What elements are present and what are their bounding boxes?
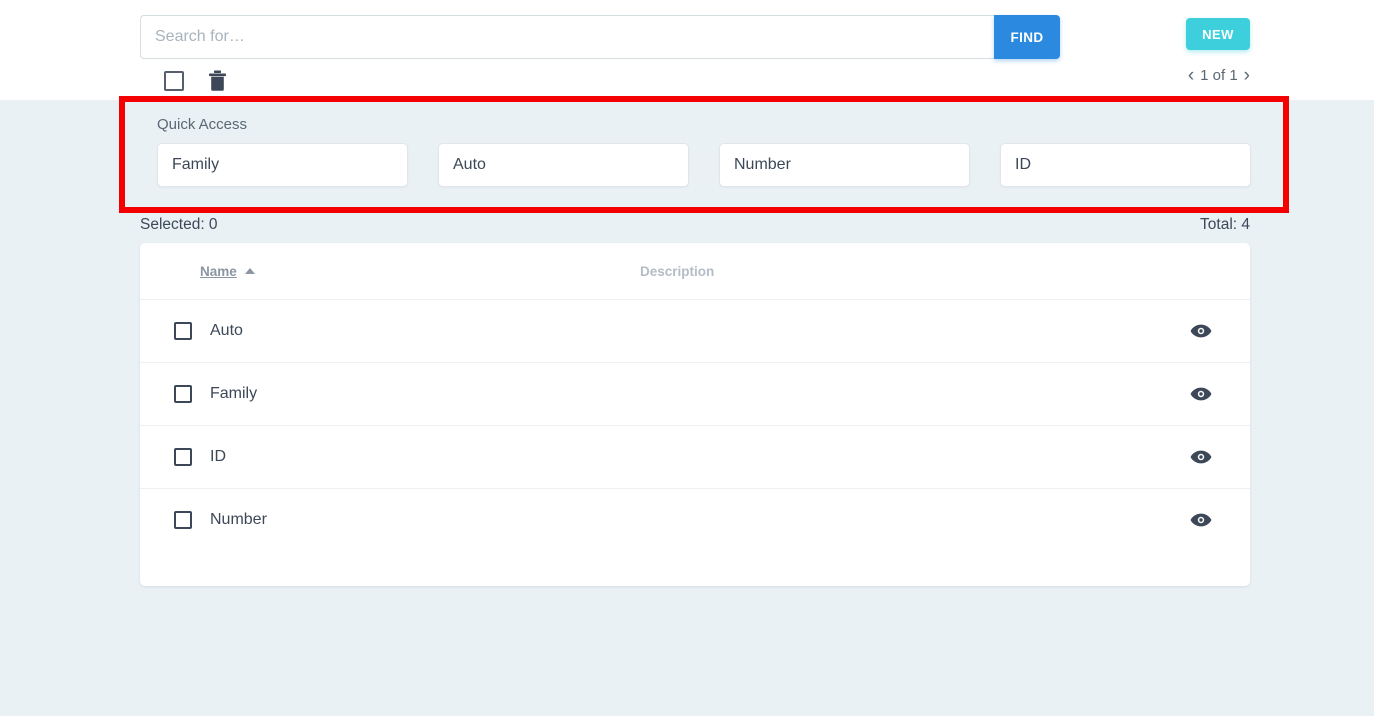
pagination-prev-icon[interactable]: ‹ — [1188, 66, 1194, 85]
quick-access-item-number[interactable]: Number — [719, 143, 970, 187]
row-checkbox[interactable] — [174, 385, 192, 403]
counts-row: Selected: 0 Total: 4 — [140, 216, 1250, 234]
results-table: Name Description Auto Family ID Number — [140, 243, 1250, 586]
quick-access-section: Quick Access Family Auto Number ID — [125, 102, 1283, 207]
pagination-label: 1 of 1 — [1200, 67, 1238, 84]
row-checkbox[interactable] — [174, 322, 192, 340]
row-view-button[interactable] — [1188, 387, 1214, 401]
eye-icon — [1190, 450, 1212, 464]
quick-access-item-auto[interactable]: Auto — [438, 143, 689, 187]
table-row[interactable]: Number — [140, 488, 1250, 551]
row-checkbox-cell — [166, 448, 200, 466]
column-header-name-label[interactable]: Name — [200, 264, 237, 279]
column-header-description: Description — [640, 263, 715, 279]
eye-icon — [1190, 387, 1212, 401]
row-checkbox[interactable] — [174, 511, 192, 529]
column-header-name[interactable]: Name — [140, 264, 640, 279]
search-input[interactable] — [140, 15, 994, 59]
table-row[interactable]: Family — [140, 362, 1250, 425]
eye-icon — [1190, 324, 1212, 338]
row-checkbox-cell — [166, 511, 200, 529]
pagination-next-icon[interactable]: › — [1244, 66, 1250, 85]
delete-button[interactable] — [208, 70, 227, 92]
row-name: ID — [210, 448, 226, 465]
total-count: Total: 4 — [1200, 216, 1250, 233]
row-view-button[interactable] — [1188, 513, 1214, 527]
row-checkbox[interactable] — [174, 448, 192, 466]
sort-ascending-icon[interactable] — [244, 268, 255, 274]
row-checkbox-cell — [166, 385, 200, 403]
quick-access-list: Family Auto Number ID — [141, 143, 1267, 187]
pagination: ‹ 1 of 1 › — [1188, 66, 1250, 85]
row-name: Auto — [210, 322, 243, 339]
search-bar: FIND — [140, 15, 1060, 59]
bulk-action-toolbar — [164, 70, 227, 92]
row-view-button[interactable] — [1188, 324, 1214, 338]
select-all-checkbox[interactable] — [164, 71, 184, 91]
find-button[interactable]: FIND — [994, 15, 1060, 59]
selected-count: Selected: 0 — [140, 216, 218, 233]
quick-access-item-id[interactable]: ID — [1000, 143, 1251, 187]
table-header-row: Name Description — [140, 243, 1250, 299]
top-header-bar: FIND NEW ‹ 1 of 1 › — [0, 0, 1374, 100]
quick-access-label: Quick Access — [157, 116, 248, 133]
row-view-button[interactable] — [1188, 450, 1214, 464]
row-checkbox-cell — [166, 322, 200, 340]
eye-icon — [1190, 513, 1212, 527]
table-row[interactable]: Auto — [140, 299, 1250, 362]
quick-access-item-family[interactable]: Family — [157, 143, 408, 187]
trash-icon — [209, 70, 226, 91]
table-row[interactable]: ID — [140, 425, 1250, 488]
row-name: Number — [210, 511, 267, 528]
row-name: Family — [210, 385, 258, 402]
new-button[interactable]: NEW — [1186, 18, 1250, 50]
